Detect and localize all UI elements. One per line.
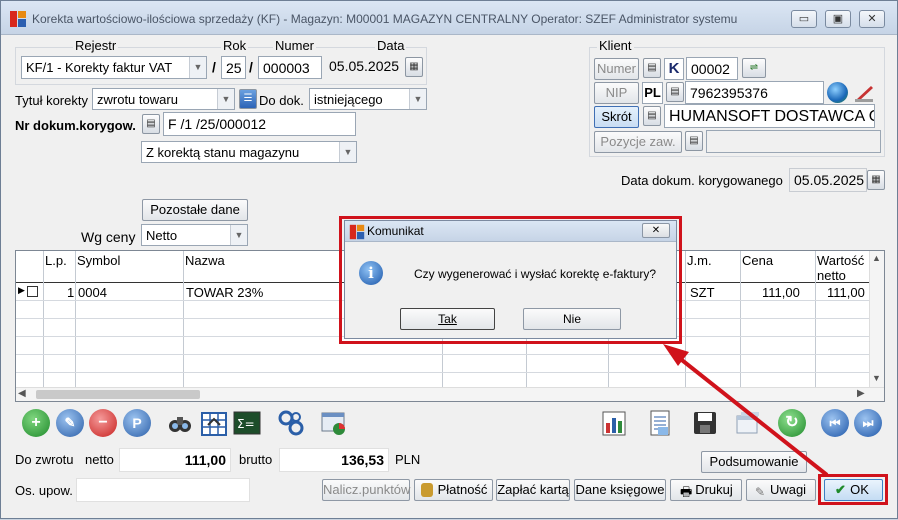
correction-window: Korekta wartościowo-ilościowa sprzedaży … [0, 0, 898, 519]
red-arrow-annotation [663, 344, 829, 477]
